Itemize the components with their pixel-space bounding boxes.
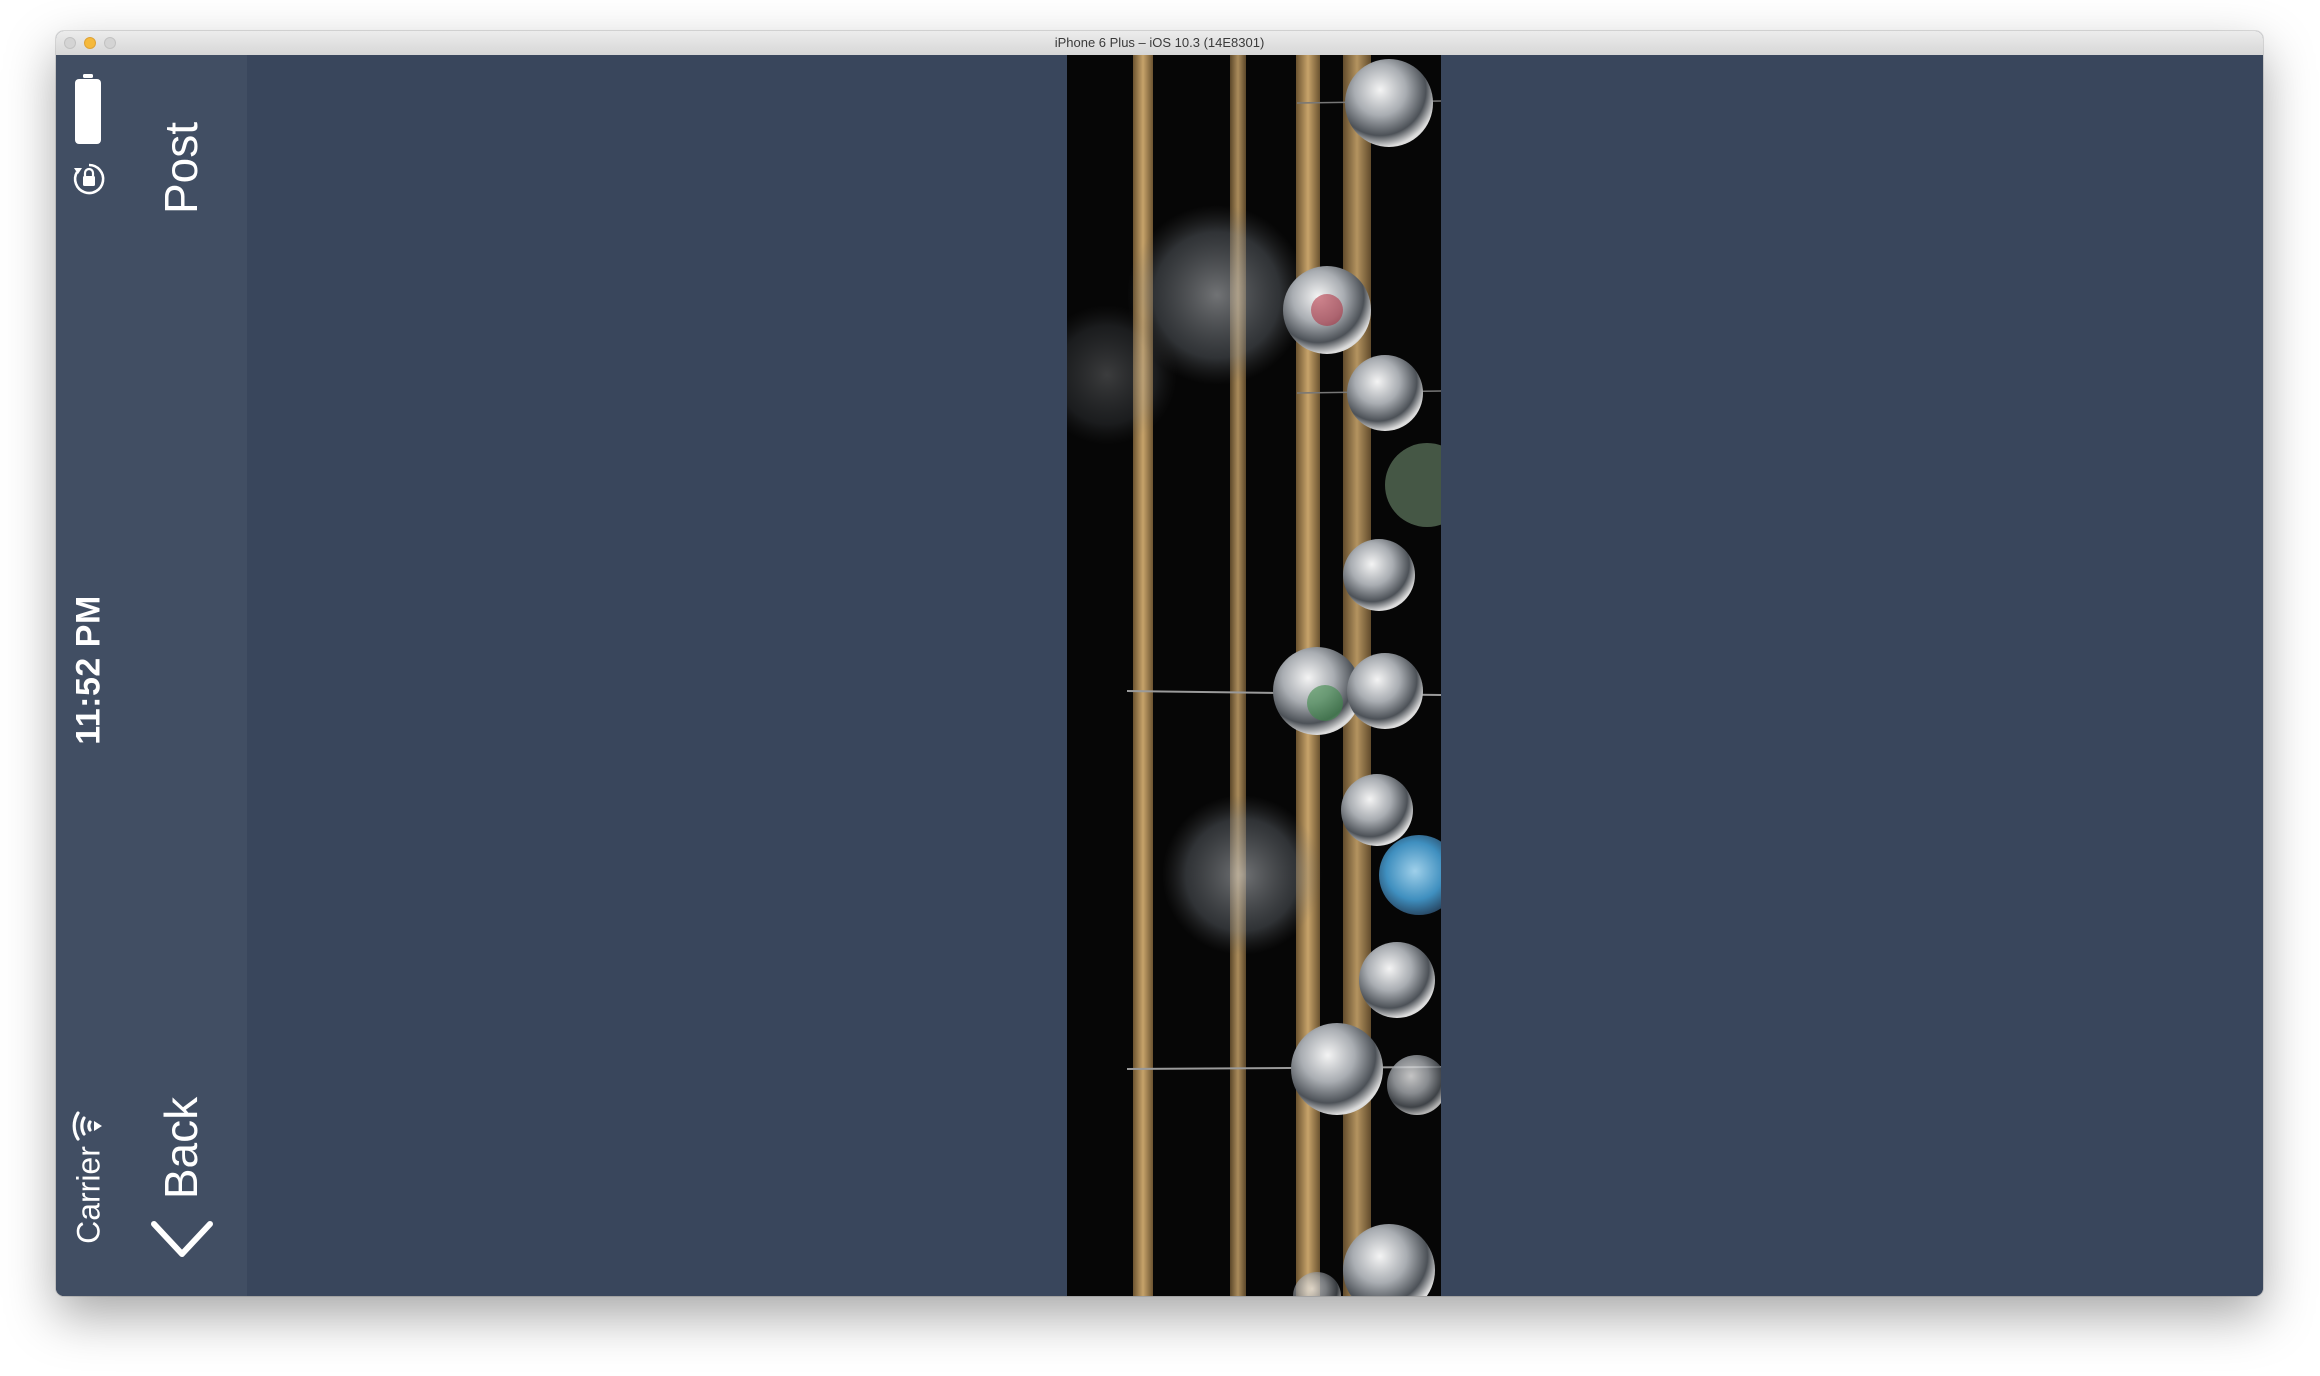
status-time: 11:52 PM — [69, 595, 108, 745]
photo-image — [1067, 55, 1441, 1296]
chevron-left-icon[interactable] — [150, 1220, 214, 1260]
status-carrier: Carrier — [70, 1146, 107, 1244]
title-bar: iPhone 6 Plus – iOS 10.3 (14E8301) — [56, 31, 2263, 56]
back-button[interactable]: Back — [154, 1097, 208, 1199]
rotation-lock-icon — [73, 163, 105, 195]
wind-chime-photo — [1067, 55, 1441, 1296]
window-title: iPhone 6 Plus – iOS 10.3 (14E8301) — [1054, 35, 1265, 50]
simulator-window: iPhone 6 Plus – iOS 10.3 (14E8301) 11:52… — [56, 31, 2263, 1296]
wifi-icon — [72, 1111, 102, 1141]
device-screen: 11:52 PM Carrier Post Back — [56, 55, 2263, 1296]
post-button[interactable]: Post — [154, 122, 208, 214]
navigation-bar: 11:52 PM Carrier Post Back — [56, 55, 247, 1296]
battery-icon — [75, 74, 101, 144]
